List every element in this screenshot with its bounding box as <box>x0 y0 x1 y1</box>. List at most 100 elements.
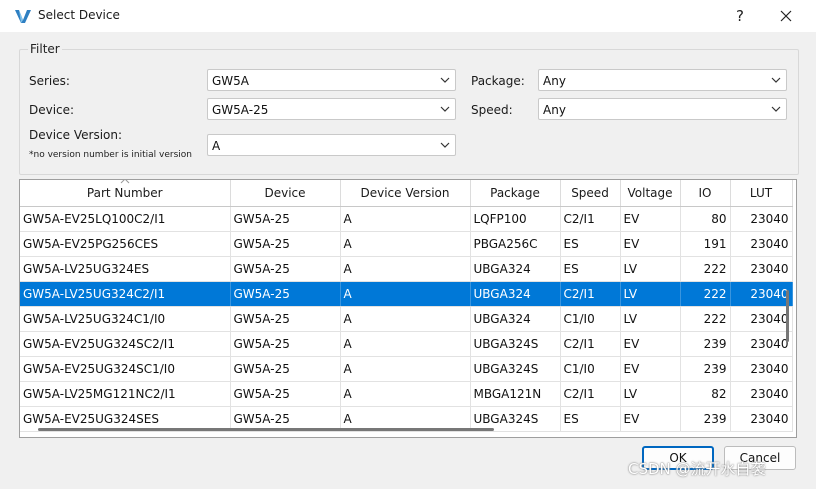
cell-package: LQFP100 <box>470 206 561 232</box>
vertical-scrollbar[interactable] <box>786 290 789 342</box>
table-row[interactable]: GW5A-LV25UG324C2/I1 GW5A-25 A UBGA324 C2/I1 L… <box>20 281 793 307</box>
cell-lut: 23040 <box>730 206 793 232</box>
cell-device-version: A <box>340 381 471 407</box>
device-version-label: Device Version: <box>29 128 123 142</box>
cell-device-version: A <box>340 231 471 257</box>
cell-device-version: A <box>340 281 471 307</box>
column-header-speed[interactable]: Speed <box>560 180 621 207</box>
package-select[interactable]: Any <box>538 69 787 91</box>
table-row[interactable]: GW5A-EV25UG324SC1/I0 GW5A-25 A UBGA324S C1/I… <box>20 356 793 382</box>
cell-device: GW5A-25 <box>230 206 341 232</box>
cell-device-version: A <box>340 356 471 382</box>
cell-device: GW5A-25 <box>230 281 341 307</box>
cell-part-number: GW5A-EV25UG324SC1/I0 <box>20 356 231 382</box>
cell-lut: 23040 <box>730 281 793 307</box>
column-header-device[interactable]: Device <box>230 180 341 207</box>
cell-speed: ES <box>560 256 621 282</box>
column-header-package[interactable]: Package <box>470 180 561 207</box>
series-value: GW5A <box>212 74 250 88</box>
series-select[interactable]: GW5A <box>207 69 456 91</box>
sort-indicator-icon <box>120 180 130 184</box>
watermark: CSDN @流开水自袭 <box>628 460 766 478</box>
window-title: Select Device <box>38 8 120 22</box>
table-row[interactable]: GW5A-LV25MG121NC2/I1 GW5A-25 A MBGA121N C2/I… <box>20 381 793 407</box>
cell-lut: 23040 <box>730 306 793 332</box>
title-bar: Select Device ? <box>0 0 816 32</box>
speed-value: Any <box>543 103 566 117</box>
series-label: Series: <box>29 74 70 88</box>
cell-voltage: LV <box>620 256 681 282</box>
cell-voltage: LV <box>620 281 681 307</box>
table-header-row: Part Number Device Device Version Package Sp… <box>20 180 793 207</box>
table-row[interactable]: GW5A-EV25LQ100C2/I1 GW5A-25 A LQFP100 C2/I1 E… <box>20 206 793 232</box>
cell-device-version: A <box>340 331 471 357</box>
cell-speed: C1/I0 <box>560 306 621 332</box>
chevron-down-icon <box>440 106 450 112</box>
cell-lut: 23040 <box>730 231 793 257</box>
cell-io: 222 <box>680 306 731 332</box>
cell-voltage: EV <box>620 231 681 257</box>
cell-device-version: A <box>340 306 471 332</box>
column-header-lut[interactable]: LUT <box>730 180 793 207</box>
package-label: Package: <box>471 74 525 88</box>
chevron-down-icon <box>440 77 450 83</box>
chevron-down-icon <box>771 106 781 112</box>
cell-io: 239 <box>680 331 731 357</box>
cell-package: UBGA324 <box>470 256 561 282</box>
cell-voltage: EV <box>620 406 681 432</box>
device-grid: Part Number Device Device Version Package Sp… <box>20 180 793 432</box>
column-header-voltage[interactable]: Voltage <box>620 180 681 207</box>
cell-io: 239 <box>680 406 731 432</box>
cell-part-number: GW5A-LV25UG324ES <box>20 256 231 282</box>
cell-speed: C1/I0 <box>560 356 621 382</box>
chevron-down-icon <box>440 142 450 148</box>
close-icon <box>780 10 792 22</box>
cell-package: UBGA324S <box>470 331 561 357</box>
package-value: Any <box>543 74 566 88</box>
cell-speed: C2/I1 <box>560 206 621 232</box>
device-version-select[interactable]: A <box>207 134 456 156</box>
cell-package: MBGA121N <box>470 381 561 407</box>
cell-lut: 23040 <box>730 381 793 407</box>
table-row[interactable]: GW5A-EV25UG324SC2/I1 GW5A-25 A UBGA324S C2/I… <box>20 331 793 357</box>
cell-speed: ES <box>560 231 621 257</box>
cell-io: 191 <box>680 231 731 257</box>
close-button[interactable] <box>764 0 808 32</box>
column-header-device-version[interactable]: Device Version <box>340 180 471 207</box>
cell-voltage: EV <box>620 206 681 232</box>
device-value: GW5A-25 <box>212 103 269 117</box>
column-header-io[interactable]: IO <box>680 180 731 207</box>
horizontal-scrollbar[interactable] <box>38 428 494 431</box>
column-header-label: Part Number <box>86 186 163 200</box>
cell-voltage: EV <box>620 356 681 382</box>
cell-speed: C2/I1 <box>560 281 621 307</box>
cell-device-version: A <box>340 206 471 232</box>
cell-part-number: GW5A-EV25PG256CES <box>20 231 231 257</box>
device-select[interactable]: GW5A-25 <box>207 98 456 120</box>
chevron-down-icon <box>771 77 781 83</box>
cell-speed: C2/I1 <box>560 331 621 357</box>
cell-package: UBGA324S <box>470 356 561 382</box>
table-row[interactable]: GW5A-EV25PG256CES GW5A-25 A PBGA256C ES EV 191… <box>20 231 793 257</box>
device-version-value: A <box>212 139 221 153</box>
cell-io: 239 <box>680 356 731 382</box>
cell-voltage: LV <box>620 381 681 407</box>
cell-lut: 23040 <box>730 356 793 382</box>
cell-package: UBGA324 <box>470 281 561 307</box>
cell-speed: ES <box>560 406 621 432</box>
cell-part-number: GW5A-LV25UG324C1/I0 <box>20 306 231 332</box>
speed-label: Speed: <box>471 103 513 117</box>
table-row[interactable]: GW5A-LV25UG324C1/I0 GW5A-25 A UBGA324 C1/I0 L… <box>20 306 793 332</box>
app-logo-icon <box>15 10 31 23</box>
cell-lut: 23040 <box>730 256 793 282</box>
cell-part-number: GW5A-LV25UG324C2/I1 <box>20 281 231 307</box>
help-button[interactable]: ? <box>718 0 762 32</box>
device-label: Device: <box>29 103 75 117</box>
column-header-part-number[interactable]: Part Number <box>20 180 231 207</box>
cell-device: GW5A-25 <box>230 356 341 382</box>
device-table: Part Number Device Device Version Package Sp… <box>19 179 797 438</box>
cell-io: 222 <box>680 256 731 282</box>
cell-device: GW5A-25 <box>230 381 341 407</box>
table-row[interactable]: GW5A-LV25UG324ES GW5A-25 A UBGA324 ES LV 222 23… <box>20 256 793 282</box>
speed-select[interactable]: Any <box>538 98 787 120</box>
